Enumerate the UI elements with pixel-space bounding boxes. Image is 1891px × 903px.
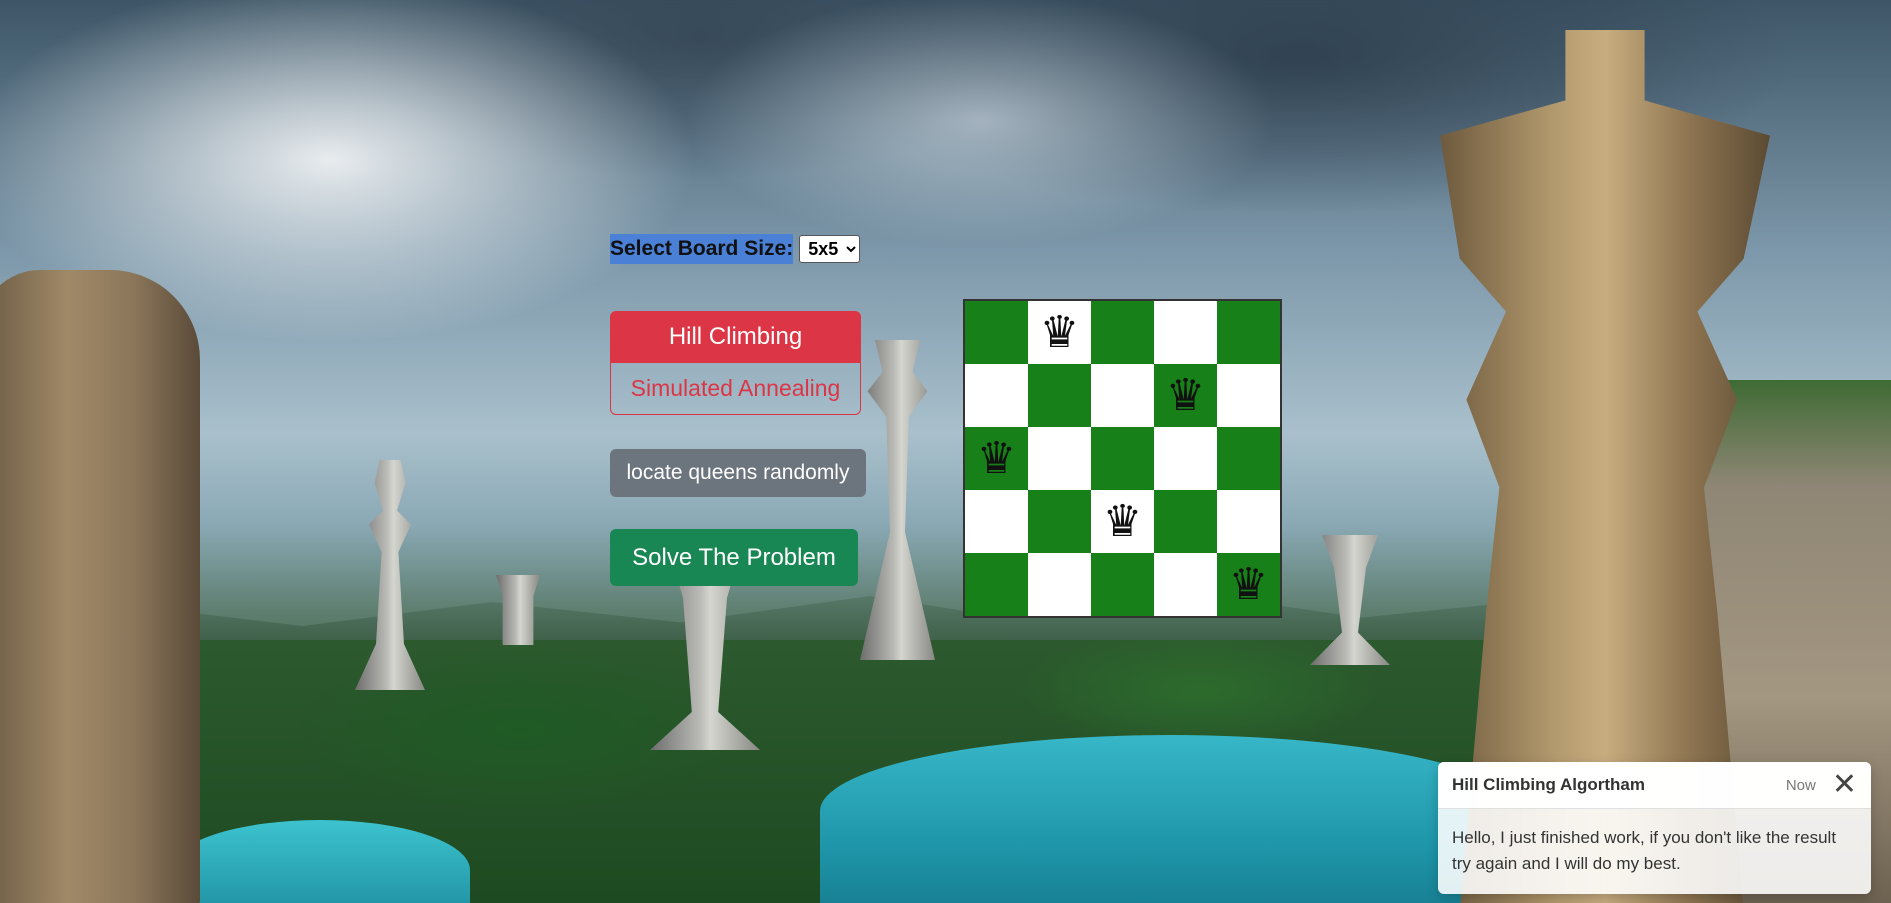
board-cell[interactable] — [1028, 490, 1091, 553]
board-cell[interactable] — [1154, 553, 1217, 616]
board-cell[interactable] — [1217, 301, 1280, 364]
board-cell[interactable] — [965, 553, 1028, 616]
close-icon[interactable]: ✕ — [1832, 770, 1857, 800]
board-cell[interactable] — [965, 490, 1028, 553]
board-cell[interactable] — [1154, 490, 1217, 553]
chess-board: ♛ ♛ ♛ ♛ ♛ — [963, 299, 1282, 618]
board-cell[interactable]: ♛ — [965, 427, 1028, 490]
toast-message: Hello, I just finished work, if you don'… — [1452, 828, 1837, 873]
hill-climbing-button[interactable]: Hill Climbing — [610, 311, 861, 363]
board-cell[interactable] — [1091, 301, 1154, 364]
board-cell[interactable] — [1028, 364, 1091, 427]
board-cell[interactable] — [1091, 364, 1154, 427]
board-cell[interactable] — [1091, 427, 1154, 490]
board-cell[interactable]: ♛ — [1154, 364, 1217, 427]
board-size-select[interactable]: 5x5 — [799, 235, 861, 263]
queen-icon: ♛ — [1228, 558, 1269, 610]
board-cell[interactable] — [1217, 427, 1280, 490]
algorithm-toggle-group: Hill Climbing Simulated Annealing — [610, 311, 861, 415]
board-cell[interactable] — [1154, 301, 1217, 364]
board-cell[interactable] — [1028, 553, 1091, 616]
board-cell[interactable] — [965, 364, 1028, 427]
board-cell[interactable]: ♛ — [1028, 301, 1091, 364]
board-cell[interactable] — [1091, 553, 1154, 616]
board-cell[interactable]: ♛ — [1091, 490, 1154, 553]
notification-toast: Hill Climbing Algortham Now ✕ Hello, I j… — [1438, 762, 1871, 894]
queen-icon: ♛ — [1102, 495, 1143, 547]
queen-icon: ♛ — [976, 432, 1017, 484]
board-cell[interactable]: ♛ — [1217, 553, 1280, 616]
locate-queens-randomly-button[interactable]: locate queens randomly — [610, 449, 866, 497]
queen-icon: ♛ — [1039, 306, 1080, 358]
queen-icon: ♛ — [1165, 369, 1206, 421]
toast-time: Now — [1785, 776, 1816, 794]
board-cell[interactable] — [1217, 490, 1280, 553]
board-size-row: Select Board Size: 5x5 — [610, 234, 861, 264]
board-cell[interactable] — [965, 301, 1028, 364]
toast-header: Hill Climbing Algortham Now ✕ — [1438, 762, 1871, 809]
board-cell[interactable] — [1028, 427, 1091, 490]
solve-problem-button[interactable]: Solve The Problem — [610, 529, 858, 586]
knight-rock-left — [0, 270, 200, 903]
simulated-annealing-button[interactable]: Simulated Annealing — [610, 363, 861, 415]
board-size-label: Select Board Size: — [610, 234, 794, 264]
board-cell[interactable] — [1154, 427, 1217, 490]
lake — [820, 735, 1520, 903]
board-cell[interactable] — [1217, 364, 1280, 427]
toast-title: Hill Climbing Algortham — [1452, 775, 1645, 794]
